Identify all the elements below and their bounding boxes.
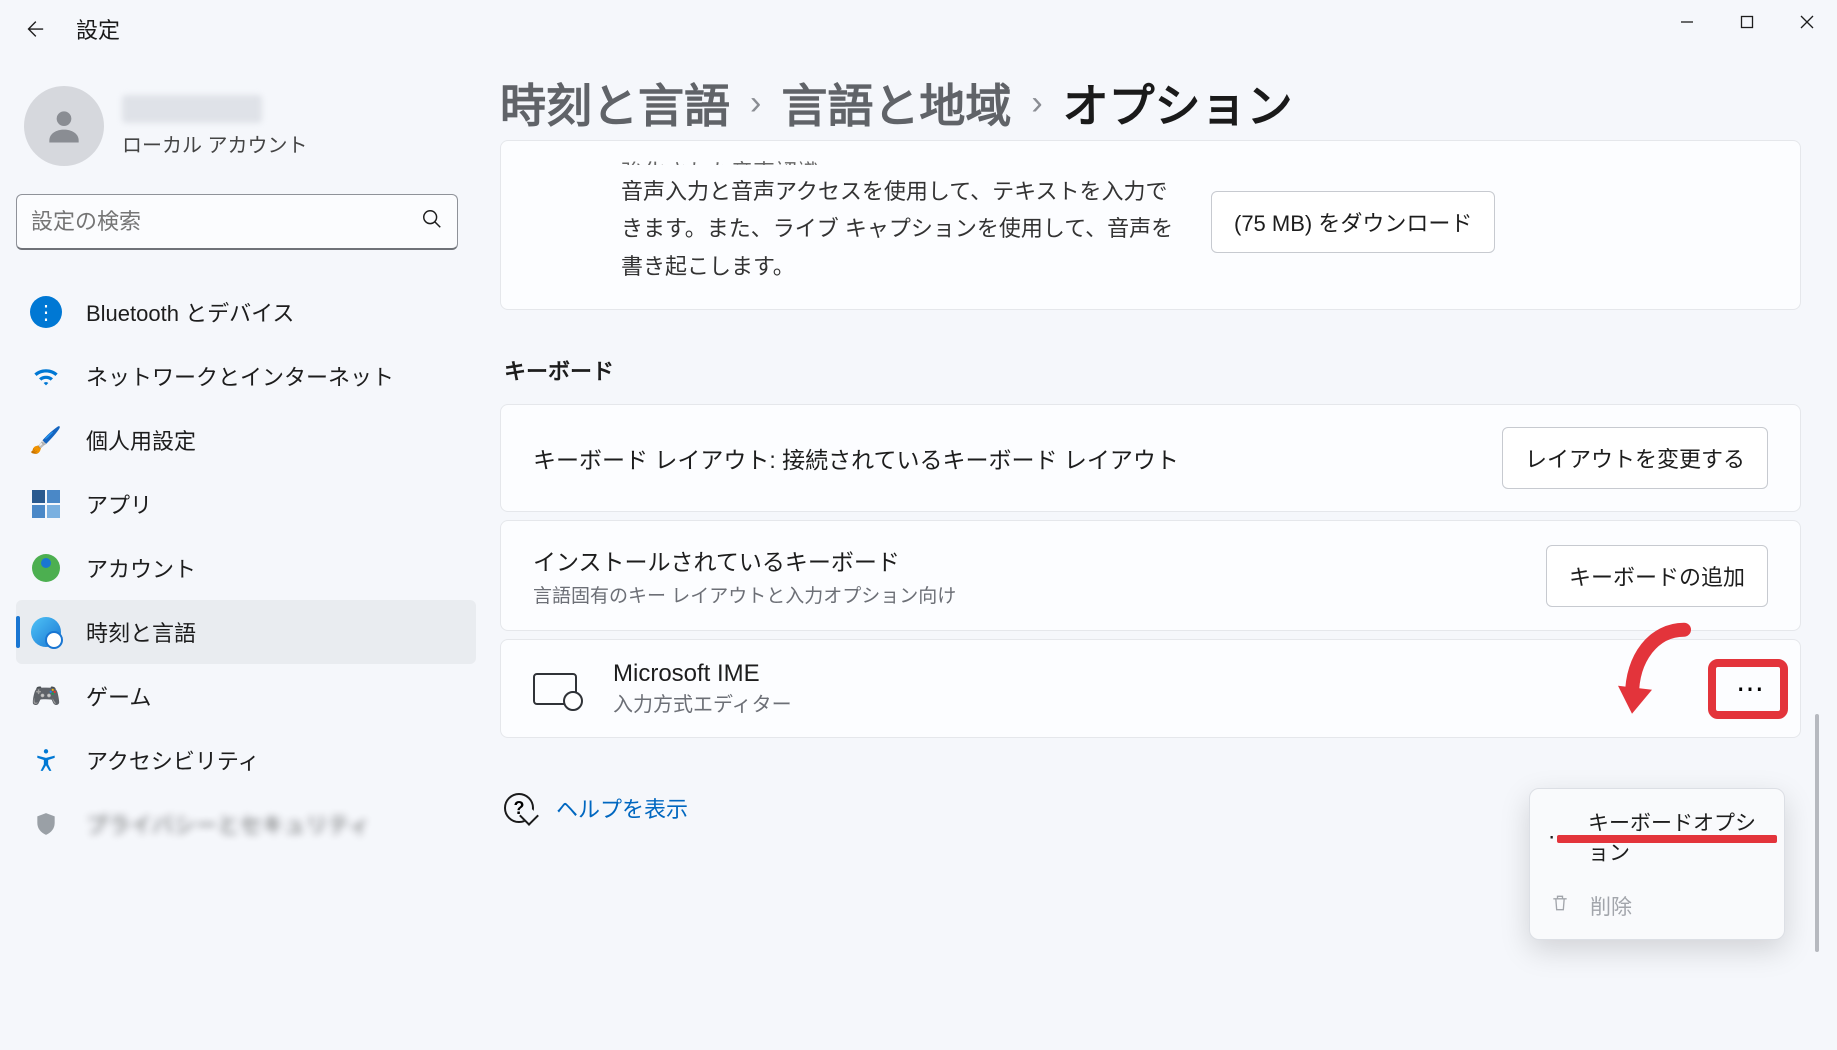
- breadcrumb-options: オプション: [1063, 70, 1293, 136]
- add-keyboard-button[interactable]: キーボードの追加: [1546, 545, 1768, 607]
- installed-keyboards-card: インストールされているキーボード 言語固有のキー レイアウトと入力オプション向け…: [500, 520, 1801, 631]
- breadcrumb-language-region[interactable]: 言語と地域: [781, 70, 1011, 136]
- nav-accessibility[interactable]: アクセシビリティ: [16, 728, 476, 792]
- download-speech-button[interactable]: (75 MB) をダウンロード: [1211, 191, 1495, 253]
- speech-card-title: 強化された音声認識: [621, 155, 1181, 165]
- nav-privacy[interactable]: プライバシーとセキュリティ: [16, 792, 476, 856]
- chevron-right-icon: ›: [750, 84, 761, 123]
- titlebar: 設定: [0, 0, 1837, 58]
- ime-name: Microsoft IME: [613, 660, 792, 688]
- person-icon: [42, 104, 86, 148]
- wifi-icon: [30, 360, 62, 392]
- more-icon: ⋯: [1548, 824, 1570, 850]
- bluetooth-icon: ⋮: [30, 296, 62, 328]
- search-box[interactable]: [16, 194, 458, 250]
- account-block[interactable]: ローカル アカウント: [16, 76, 476, 194]
- change-layout-button[interactable]: レイアウトを変更する: [1502, 427, 1768, 489]
- close-icon: [1800, 15, 1814, 29]
- help-link[interactable]: ヘルプを表示: [556, 792, 688, 824]
- installed-keyboards-sub: 言語固有のキー レイアウトと入力オプション向け: [533, 581, 956, 608]
- trash-icon: [1548, 893, 1572, 919]
- annotation-arrow: [1614, 617, 1704, 732]
- ime-context-menu: ⋯ キーボードオプション 削除: [1529, 788, 1785, 940]
- back-button[interactable]: [10, 5, 58, 53]
- help-icon: ?: [504, 793, 534, 823]
- nav-personalization[interactable]: 🖌️ 個人用設定: [16, 408, 476, 472]
- arrow-left-icon: [23, 18, 45, 40]
- minimize-button[interactable]: [1657, 0, 1717, 44]
- apps-icon: [32, 490, 60, 518]
- installed-keyboards-title: インストールされているキーボード: [533, 543, 956, 577]
- scrollbar-thumb[interactable]: [1815, 714, 1819, 952]
- nav-list: ⋮ Bluetooth とデバイス ネットワークとインターネット 🖌️ 個人用設…: [16, 280, 476, 856]
- gamepad-icon: 🎮: [30, 680, 62, 712]
- search-icon: [421, 208, 443, 236]
- globe-clock-icon: [31, 617, 61, 647]
- keyboard-section-title: キーボード: [504, 354, 1801, 386]
- breadcrumb-time-language[interactable]: 時刻と言語: [500, 70, 730, 136]
- app-title: 設定: [76, 13, 120, 45]
- menu-item-label: 削除: [1590, 891, 1632, 921]
- ime-sub: 入力方式エディター: [613, 688, 792, 717]
- brush-icon: 🖌️: [30, 424, 62, 456]
- keyboard-layout-card: キーボード レイアウト: 接続されているキーボード レイアウト レイアウトを変更…: [500, 404, 1801, 512]
- sidebar: ローカル アカウント ⋮ Bluetooth とデバイス ネットワークとインター…: [0, 76, 476, 856]
- nav-apps[interactable]: アプリ: [16, 472, 476, 536]
- maximize-icon: [1740, 15, 1754, 29]
- account-name-redacted: [122, 95, 262, 123]
- nav-network[interactable]: ネットワークとインターネット: [16, 344, 476, 408]
- more-icon: ⋯: [1736, 672, 1764, 705]
- account-type: ローカル アカウント: [122, 129, 308, 158]
- menu-keyboard-options[interactable]: ⋯ キーボードオプション: [1530, 795, 1784, 879]
- main-content: 時刻と言語 › 言語と地域 › オプション 強化された音声認識 音声入力と音声ア…: [500, 70, 1821, 1050]
- account-icon: [32, 554, 60, 582]
- nav-gaming[interactable]: 🎮 ゲーム: [16, 664, 476, 728]
- nav-bluetooth[interactable]: ⋮ Bluetooth とデバイス: [16, 280, 476, 344]
- nav-time-language[interactable]: 時刻と言語: [16, 600, 476, 664]
- close-button[interactable]: [1777, 0, 1837, 44]
- speech-recognition-card: 強化された音声認識 音声入力と音声アクセスを使用して、テキストを入力できます。ま…: [500, 140, 1801, 310]
- shield-icon: [30, 808, 62, 840]
- keyboard-layout-title: キーボード レイアウト: 接続されているキーボード レイアウト: [533, 441, 1179, 475]
- speech-card-desc: 音声入力と音声アクセスを使用して、テキストを入力できます。また、ライブ キャプシ…: [621, 173, 1181, 285]
- chevron-right-icon: ›: [1031, 84, 1042, 123]
- maximize-button[interactable]: [1717, 0, 1777, 44]
- keyboard-icon: [533, 673, 577, 705]
- minimize-icon: [1680, 15, 1694, 29]
- menu-item-label: キーボードオプション: [1588, 807, 1766, 867]
- ime-card: Microsoft IME 入力方式エディター ⋯: [500, 639, 1801, 738]
- breadcrumb: 時刻と言語 › 言語と地域 › オプション: [500, 70, 1821, 136]
- ime-more-button[interactable]: ⋯: [1720, 665, 1780, 713]
- search-input[interactable]: [31, 209, 421, 235]
- accessibility-icon: [30, 744, 62, 776]
- avatar: [24, 86, 104, 166]
- nav-accounts[interactable]: アカウント: [16, 536, 476, 600]
- menu-delete: 削除: [1530, 879, 1784, 933]
